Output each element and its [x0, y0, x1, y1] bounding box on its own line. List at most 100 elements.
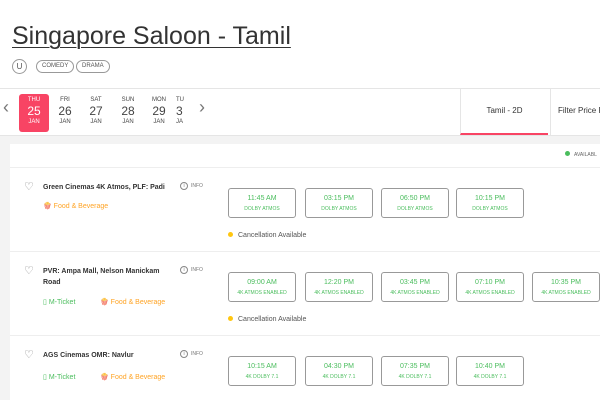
showtime-format: 4K DOLBY 7.1 [245, 374, 279, 380]
showtime-time: 11:45 AM [247, 195, 277, 202]
m-ticket-amenity: ▯ M-Ticket [43, 298, 75, 306]
showtime-time: 09:00 AM [247, 279, 277, 286]
cinema-name[interactable]: Green Cinemas 4K Atmos, PLF: Padi [43, 182, 173, 193]
showtime-button[interactable]: 03:45 PM 4K ATMOS ENABLED [381, 272, 449, 302]
food-beverage-amenity: 🍿 Food & Beverage [100, 373, 165, 381]
showtime-time: 06:50 PM [400, 195, 430, 202]
date-number: 29 [152, 104, 166, 118]
next-date-arrow-icon[interactable]: › [199, 97, 205, 118]
date-mon-29[interactable]: MON 29 JAN [144, 94, 174, 132]
date-month: JAN [90, 119, 102, 125]
showtime-time: 12:20 PM [324, 279, 354, 286]
showtime-format: 4K ATMOS ENABLED [390, 290, 440, 296]
showtime-format: 4K DOLBY 7.1 [398, 374, 432, 380]
showtime-button[interactable]: 10:15 PM DOLBY ATMOS [456, 188, 524, 218]
showtime-button[interactable]: 12:20 PM 4K ATMOS ENABLED [305, 272, 373, 302]
showtime-time: 10:35 PM [551, 279, 581, 286]
showtime-button[interactable]: 11:45 AM DOLBY ATMOS [228, 188, 296, 218]
heart-icon[interactable]: ♡ [24, 264, 34, 277]
showtime-format: 4K DOLBY 7.1 [322, 374, 356, 380]
date-sun-28[interactable]: SUN 28 JAN [113, 94, 143, 132]
date-fri-26[interactable]: FRI 26 JAN [50, 94, 80, 132]
info-button[interactable]: i INFO [180, 182, 203, 190]
cinema-name[interactable]: AGS Cinemas OMR: Navlur [43, 350, 173, 361]
m-ticket-amenity: ▯ M-Ticket [43, 373, 75, 381]
food-icon: 🍿 [43, 203, 52, 210]
date-day: SUN [121, 97, 135, 103]
date-day: SAT [90, 97, 102, 103]
certificate-badge: U [12, 59, 27, 74]
heart-icon[interactable]: ♡ [24, 348, 34, 361]
mobile-icon: ▯ [43, 299, 47, 306]
movie-title[interactable]: Singapore Saloon - Tamil [12, 22, 291, 51]
available-dot-icon [565, 151, 570, 156]
showtime-button[interactable]: 04:30 PM 4K DOLBY 7.1 [305, 356, 373, 386]
showtime-button[interactable]: 07:35 PM 4K DOLBY 7.1 [381, 356, 449, 386]
showtime-button[interactable]: 03:15 PM DOLBY ATMOS [305, 188, 373, 218]
info-label: INFO [191, 267, 203, 273]
showtime-format: DOLBY ATMOS [321, 206, 357, 212]
showtime-button[interactable]: 07:10 PM 4K ATMOS ENABLED [456, 272, 524, 302]
info-label: INFO [191, 183, 203, 189]
food-icon: 🍿 [100, 299, 109, 306]
availability-legend: AVAILABL [565, 151, 597, 158]
cancellation-note: Cancellation Available [228, 316, 306, 323]
showtime-time: 04:30 PM [324, 363, 354, 370]
date-number: 3 [176, 104, 183, 118]
showtime-time: 10:15 PM [475, 195, 505, 202]
showtime-format: 4K ATMOS ENABLED [541, 290, 591, 296]
showtime-format: DOLBY ATMOS [244, 206, 280, 212]
showtime-format: 4K ATMOS ENABLED [465, 290, 515, 296]
showtime-format: 4K DOLBY 7.1 [473, 374, 507, 380]
date-sat-27[interactable]: SAT 27 JAN [81, 94, 111, 132]
mobile-icon: ▯ [43, 374, 47, 381]
date-number: 26 [58, 104, 72, 118]
showtime-time: 07:35 PM [400, 363, 430, 370]
date-number: 25 [27, 104, 41, 118]
food-icon: 🍿 [100, 374, 109, 381]
date-thu-25[interactable]: THU 25 JAN [19, 94, 49, 132]
cancellation-dot-icon [228, 316, 233, 321]
filter-price-range[interactable]: Filter Price Ra [550, 89, 600, 135]
cancellation-note: Cancellation Available [228, 232, 306, 239]
genre-tag: COMEDY [36, 60, 75, 73]
info-icon: i [180, 350, 188, 358]
showtime-button[interactable]: 09:00 AM 4K ATMOS ENABLED [228, 272, 296, 302]
format-tab-tamil-2d[interactable]: Tamil - 2D [460, 89, 548, 135]
showtime-time: 07:10 PM [475, 279, 505, 286]
showtime-time: 03:15 PM [324, 195, 354, 202]
date-month: JAN [122, 119, 134, 125]
date-selector-bar: ‹ THU 25 JAN FRI 26 JAN SAT 27 JAN SUN 2… [0, 88, 600, 136]
amenity-label: Food & Beverage [53, 203, 109, 210]
info-label: INFO [191, 351, 203, 357]
amenity-label: M-Ticket [48, 374, 76, 381]
cinema-row: ♡ PVR: Ampa Mall, Nelson Manickam Road i… [10, 251, 600, 335]
amenity-label: M-Ticket [48, 299, 76, 306]
info-button[interactable]: i INFO [180, 350, 203, 358]
showtime-button[interactable]: 06:50 PM DOLBY ATMOS [381, 188, 449, 218]
food-beverage-amenity: 🍿 Food & Beverage [100, 298, 165, 306]
date-month: JAN [153, 119, 165, 125]
date-month: JAN [28, 119, 40, 125]
cancellation-label: Cancellation Available [238, 232, 307, 239]
showtime-format: DOLBY ATMOS [472, 206, 508, 212]
date-month: JA [176, 119, 184, 125]
cinema-name[interactable]: PVR: Ampa Mall, Nelson Manickam Road [43, 266, 173, 288]
info-icon: i [180, 182, 188, 190]
showtime-time: 03:45 PM [400, 279, 430, 286]
heart-icon[interactable]: ♡ [24, 180, 34, 193]
available-label: AVAILABL [574, 152, 597, 158]
cancellation-label: Cancellation Available [238, 316, 307, 323]
info-icon: i [180, 266, 188, 274]
info-button[interactable]: i INFO [180, 266, 203, 274]
cancellation-dot-icon [228, 232, 233, 237]
showtime-format: DOLBY ATMOS [397, 206, 433, 212]
showtime-time: 10:40 PM [475, 363, 505, 370]
showtime-button[interactable]: 10:40 PM 4K DOLBY 7.1 [456, 356, 524, 386]
date-day: MON [152, 97, 166, 103]
showtime-button[interactable]: 10:35 PM 4K ATMOS ENABLED [532, 272, 600, 302]
showtime-format: 4K ATMOS ENABLED [237, 290, 287, 296]
showtime-button[interactable]: 10:15 AM 4K DOLBY 7.1 [228, 356, 296, 386]
date-tue-30[interactable]: TU 3 JA [176, 94, 190, 132]
prev-date-arrow-icon[interactable]: ‹ [3, 97, 9, 118]
